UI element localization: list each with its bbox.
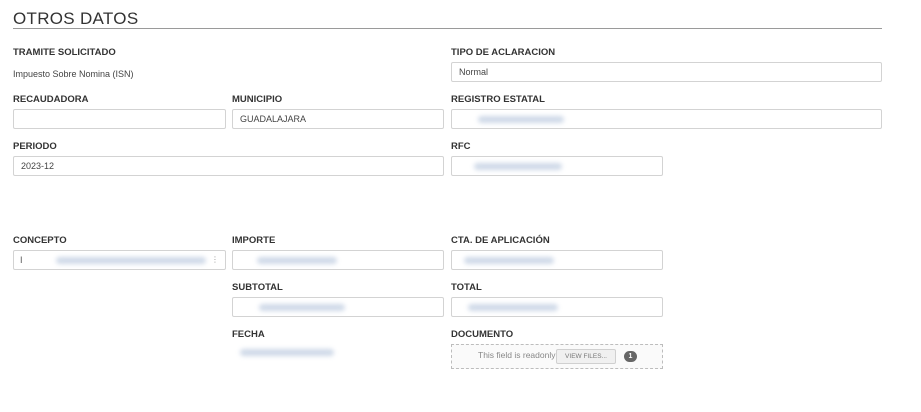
section-title: OTROS DATOS (13, 9, 139, 28)
redacted-value (478, 116, 564, 123)
redacted-value (474, 163, 562, 170)
importe-field[interactable] (232, 250, 444, 270)
documento-label: DOCUMENTO (451, 329, 514, 340)
total-field[interactable] (451, 297, 663, 317)
view-files-button[interactable]: VIEW FILES... (556, 349, 616, 364)
municipio-field[interactable]: GUADALAJARA (232, 109, 444, 129)
recaudadora-label: RECAUDADORA (13, 94, 89, 105)
dropdown-caret-icon: ⋮ (211, 255, 219, 264)
fecha-label: FECHA (232, 329, 265, 340)
file-count-badge: 1 (624, 351, 637, 362)
subtotal-field[interactable] (232, 297, 444, 317)
documento-dropzone: This field is readonly VIEW FILES... 1 (451, 344, 663, 369)
cta-aplicacion-label: CTA. DE APLICACIÓN (451, 235, 550, 246)
total-label: TOTAL (451, 282, 482, 293)
readonly-notice: This field is readonly (478, 350, 556, 360)
redacted-value (468, 304, 558, 311)
cta-aplicacion-field[interactable] (451, 250, 663, 270)
tramite-label: TRAMITE SOLICITADO (13, 47, 116, 58)
recaudadora-field[interactable] (13, 109, 226, 129)
municipio-label: MUNICIPIO (232, 94, 283, 105)
tipo-aclaracion-label: TIPO DE ACLARACION (451, 47, 556, 58)
periodo-label: PERIODO (13, 141, 57, 152)
concepto-select[interactable]: I ⋮ (13, 250, 226, 270)
tramite-value: Impuesto Sobre Nomina (ISN) (13, 69, 134, 79)
rfc-label: RFC (451, 141, 471, 152)
concepto-label: CONCEPTO (13, 235, 67, 246)
importe-label: IMPORTE (232, 235, 276, 246)
redacted-value (56, 257, 206, 264)
rfc-field[interactable] (451, 156, 663, 176)
concepto-value-prefix: I (20, 255, 23, 265)
subtotal-label: SUBTOTAL (232, 282, 283, 293)
redacted-value (259, 304, 345, 311)
section-divider (13, 28, 882, 29)
registro-estatal-label: REGISTRO ESTATAL (451, 94, 545, 105)
periodo-field[interactable]: 2023-12 (13, 156, 444, 176)
redacted-value (464, 257, 554, 264)
tipo-aclaracion-field[interactable]: Normal (451, 62, 882, 82)
redacted-value (257, 257, 337, 264)
registro-estatal-field[interactable] (451, 109, 882, 129)
fecha-redacted-value (240, 349, 334, 356)
